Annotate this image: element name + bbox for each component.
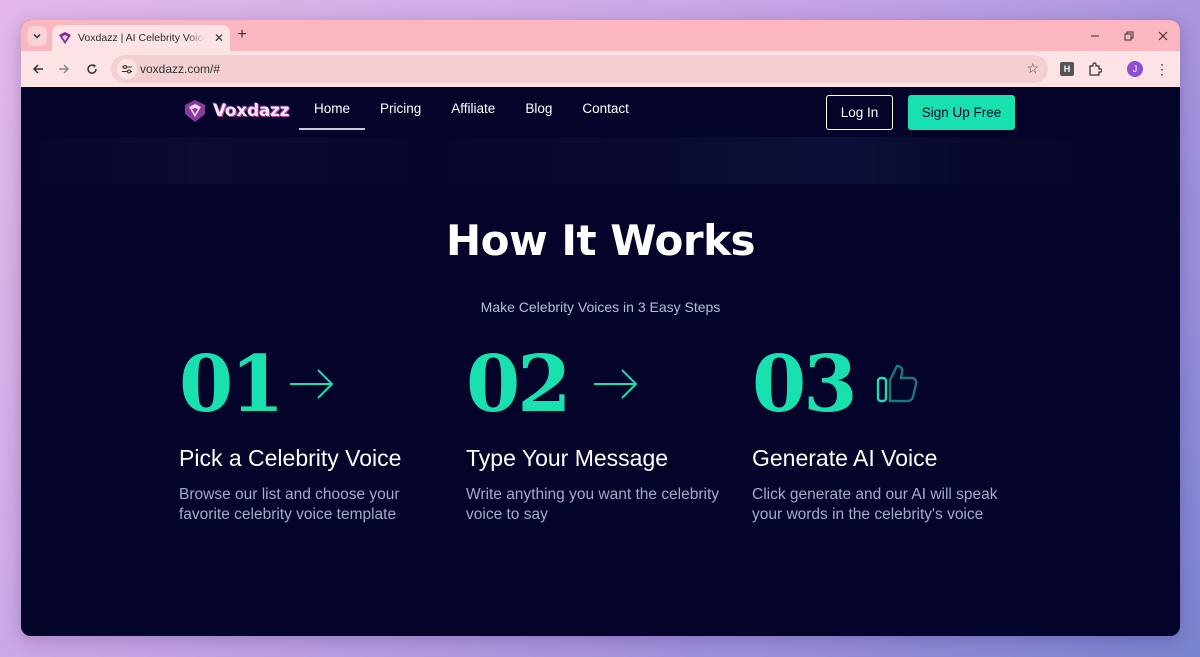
address-bar[interactable]: voxdazz.com/# ☆ [111,55,1048,83]
restore-icon [1124,31,1134,40]
tune-icon [122,65,132,74]
browser-window: Voxdazz | AI Celebrity Voice Generator ✕… [21,20,1180,636]
step-title: Generate AI Voice [752,445,938,471]
url-text: voxdazz.com/# [140,62,221,76]
step-card-2: 02 Type Your Message Write anything you … [466,337,736,523]
browser-menu-button[interactable]: ⋮ [1153,60,1171,78]
avatar: J [1127,61,1143,77]
step-description: Click generate and our AI will speak you… [752,486,998,523]
window-controls [1078,20,1180,51]
voxdazz-logo-icon [185,100,205,122]
step-description: Write anything you want the celebrity vo… [466,486,720,523]
step-title: Type Your Message [466,445,669,471]
step-description: Browse our list and choose your favorite… [179,486,400,523]
profile-button[interactable]: J [1126,60,1144,78]
step-number: 01 [179,339,285,430]
signup-button[interactable]: Sign Up Free [908,95,1015,130]
restore-button[interactable] [1112,20,1146,51]
back-button[interactable] [28,59,48,79]
step-number: 02 [466,339,572,430]
bookmark-star-icon[interactable]: ☆ [1026,60,1039,77]
nav-link-blog[interactable]: Blog [510,87,567,129]
puzzle-icon [1089,62,1102,76]
logo[interactable]: Voxdazz [183,99,290,123]
site-header: Voxdazz Home Pricing Affiliate Blog Cont… [21,87,1180,137]
extension-h-icon: H [1060,62,1074,76]
hero-image-strip [21,137,1180,184]
minimize-button[interactable] [1078,20,1112,51]
page-content: Voxdazz Home Pricing Affiliate Blog Cont… [21,87,1180,636]
tab-search-button[interactable] [27,26,47,46]
chevron-down-icon [33,33,41,39]
nav-link-contact[interactable]: Contact [567,87,644,129]
section-subtitle: Make Celebrity Voices in 3 Easy Steps [480,299,721,315]
step-title: Pick a Celebrity Voice [179,445,402,471]
arrow-right-icon [594,369,638,399]
arrow-right-icon [290,369,334,399]
nav-link-pricing[interactable]: Pricing [365,87,436,129]
close-window-button[interactable] [1146,20,1180,51]
minimize-icon [1091,35,1099,36]
tab-title: Voxdazz | AI Celebrity Voice Generator [78,32,206,44]
extension-h-button[interactable]: H [1058,60,1076,78]
forward-button[interactable] [54,59,74,79]
step-card-3: 03 Generate AI Voice Click generate and … [752,337,1022,523]
nav-link-affiliate[interactable]: Affiliate [436,87,510,129]
back-arrow-icon [32,64,43,74]
section-title: How It Works [445,216,756,265]
main-nav: Home Pricing Affiliate Blog Contact [299,87,644,130]
reload-button[interactable] [82,59,102,79]
close-icon [1158,31,1168,40]
thumbs-up-icon [876,364,918,403]
forward-arrow-icon [59,64,70,74]
extensions-button[interactable] [1086,60,1104,78]
logo-text: Voxdazz [213,101,290,121]
reload-icon [87,64,97,74]
tab-strip: Voxdazz | AI Celebrity Voice Generator ✕… [21,20,1180,51]
new-tab-button[interactable]: + [234,26,250,44]
login-button[interactable]: Log In [826,95,893,130]
step-card-1: 01 Pick a Celebrity Voice Browse our lis… [179,337,449,523]
kebab-menu-icon: ⋮ [1155,61,1169,77]
step-number: 03 [752,339,858,430]
nav-link-home[interactable]: Home [299,87,366,130]
close-tab-icon[interactable]: ✕ [214,31,224,45]
site-info-button[interactable] [117,59,137,79]
browser-toolbar: voxdazz.com/# ☆ H J ⋮ [21,51,1180,87]
voxdazz-favicon-icon [59,32,71,44]
browser-tab[interactable]: Voxdazz | AI Celebrity Voice Generator ✕ [52,25,230,51]
